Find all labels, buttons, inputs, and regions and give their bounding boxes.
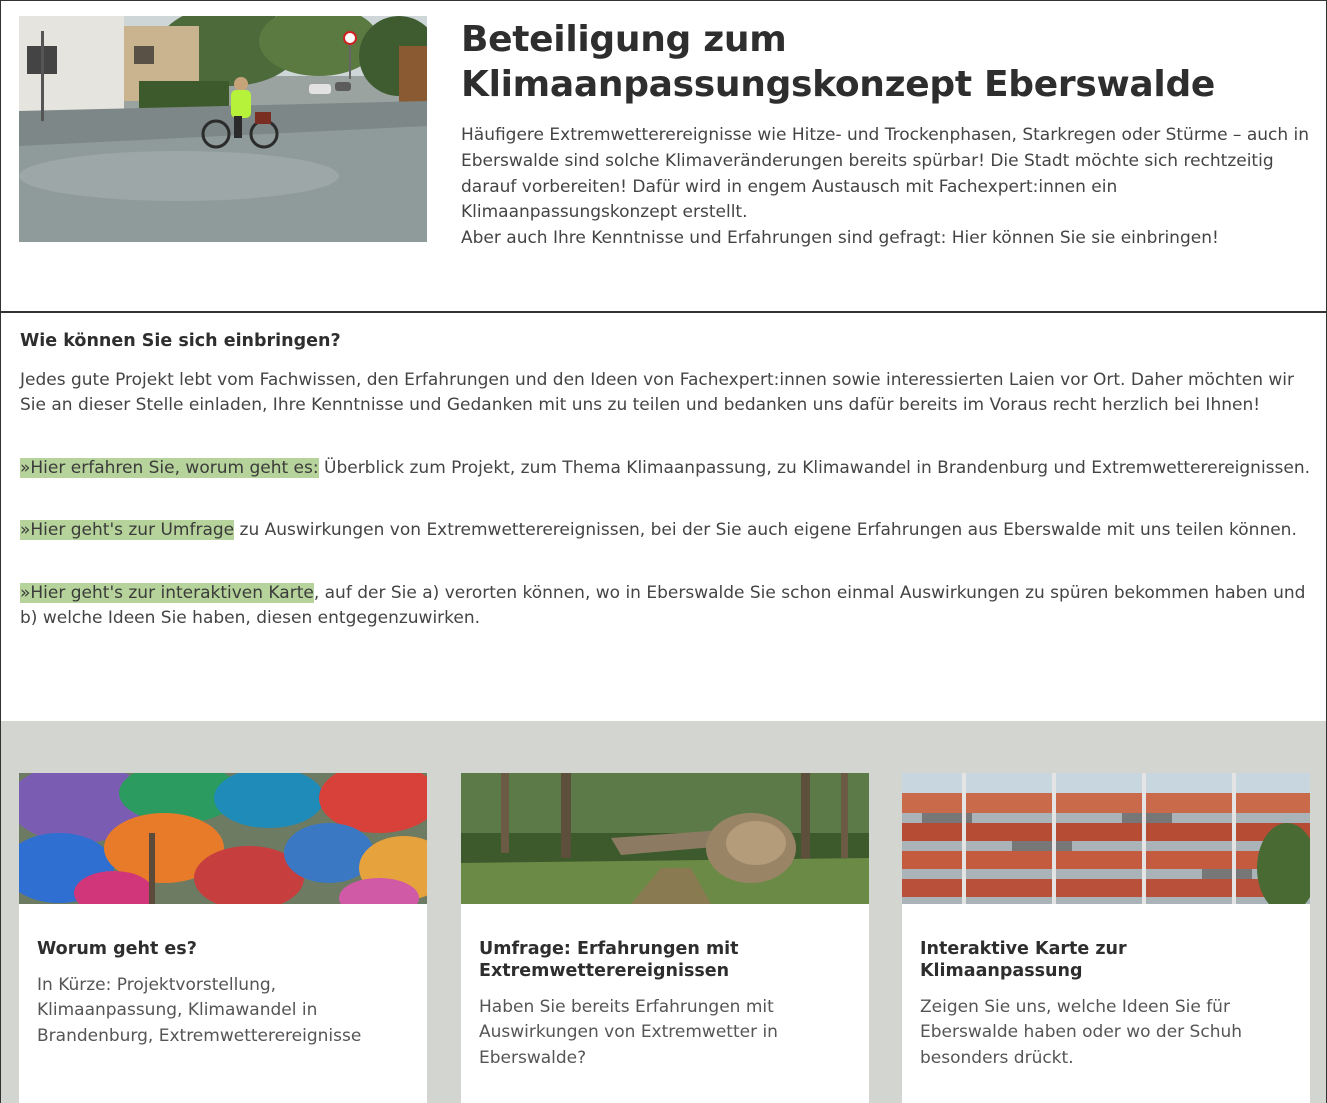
card-description: In Kürze: Projektvorstellung, Klimaanpas… xyxy=(37,975,362,1046)
hero-paragraph-2: Aber auch Ihre Kenntnisse und Erfahrunge… xyxy=(461,228,1219,249)
info-item-overview: »Hier erfahren Sie, worum geht es: Überb… xyxy=(20,456,1310,481)
overview-link-text: Überblick zum Projekt, zum Thema Klimaan… xyxy=(318,458,1311,478)
page-title-line-2: Klimaanpassungskonzept Eberswalde xyxy=(461,64,1216,105)
card-title: Worum geht es? xyxy=(37,939,197,959)
card-umfrage[interactable]: Umfrage: Erfahrungen mit Extremwetterere… xyxy=(461,773,869,1103)
survey-link[interactable]: »Hier geht's zur Umfrage xyxy=(20,520,235,540)
card-interaktive-karte[interactable]: Interaktive Karte zur Klimaanpassung Zei… xyxy=(902,773,1310,1103)
cards-section: Worum geht es? In Kürze: Projektvorstell… xyxy=(0,721,1327,1103)
card-description: Haben Sie bereits Erfahrungen mit Auswir… xyxy=(479,997,778,1068)
page-title-line-1: Beteiligung zum xyxy=(461,19,787,60)
participation-section: Wie können Sie sich einbringen? Jedes gu… xyxy=(0,313,1327,721)
card-worum-geht-es[interactable]: Worum geht es? In Kürze: Projektvorstell… xyxy=(19,773,427,1103)
participation-heading: Wie können Sie sich einbringen? xyxy=(20,331,341,351)
apartment-building-photo xyxy=(902,773,1310,904)
hero-description: Häufigere Extremwetterereignisse wie Hit… xyxy=(461,123,1311,252)
fallen-tree-photo xyxy=(461,773,869,904)
card-title: Interaktive Karte zur Klimaanpassung xyxy=(920,939,1127,981)
card-title: Umfrage: Erfahrungen mit Extremwetterere… xyxy=(479,939,739,981)
survey-link-text: zu Auswirkungen von Extremwetterereignis… xyxy=(234,520,1297,540)
flooded-street-photo xyxy=(19,16,427,242)
interactive-map-link[interactable]: »Hier geht's zur interaktiven Karte xyxy=(20,583,314,603)
overview-link[interactable]: »Hier erfahren Sie, worum geht es: xyxy=(20,458,319,478)
hero-section: Beteiligung zum Klimaanpassungskonzept E… xyxy=(0,0,1327,313)
info-item-survey: »Hier geht's zur Umfrage zu Auswirkungen… xyxy=(20,518,1310,543)
info-item-map: »Hier geht's zur interaktiven Karte, auf… xyxy=(20,581,1310,632)
participation-intro: Jedes gute Projekt lebt vom Fachwissen, … xyxy=(20,370,1294,416)
page-title: Beteiligung zum Klimaanpassungskonzept E… xyxy=(461,17,1301,107)
card-description: Zeigen Sie uns, welche Ideen Sie für Ebe… xyxy=(920,997,1243,1068)
hero-paragraph-1: Häufigere Extremwetterereignisse wie Hit… xyxy=(461,125,1310,223)
umbrellas-photo xyxy=(19,773,427,904)
